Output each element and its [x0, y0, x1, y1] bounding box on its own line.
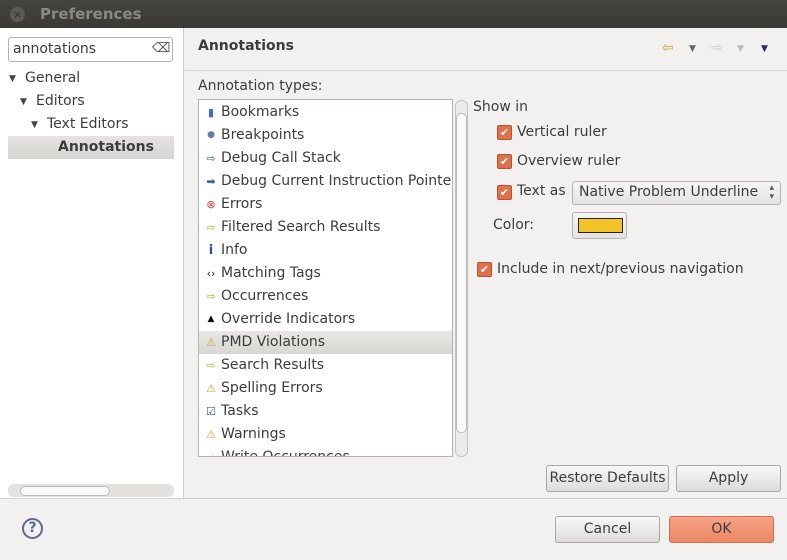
- list-item-label: Warnings: [221, 426, 286, 442]
- include-navigation-checkbox[interactable]: ✔: [477, 262, 492, 277]
- view-menu-icon[interactable]: ▼: [761, 44, 768, 54]
- cancel-button[interactable]: Cancel: [555, 516, 660, 543]
- help-icon[interactable]: ?: [22, 518, 43, 539]
- list-item-label: Occurrences: [221, 288, 309, 304]
- tree-item-annotations[interactable]: Annotations: [58, 136, 154, 159]
- text-style-select[interactable]: Native Problem Underline ▴ ▾: [572, 181, 781, 205]
- search-arrow-icon: ⇨: [206, 290, 216, 303]
- list-item-label: Override Indicators: [221, 311, 356, 327]
- tree-item-editors[interactable]: Editors: [36, 90, 85, 113]
- tree-item-text-editors[interactable]: Text Editors: [47, 113, 129, 136]
- color-label: Color:: [493, 217, 535, 233]
- search-arrow-icon: ⇨: [204, 446, 218, 456]
- list-item-label: Debug Call Stack: [221, 150, 341, 166]
- annotation-types-list[interactable]: ▮ Bookmarks ● Breakpoints ⇨ Debug Call Stac…: [198, 99, 453, 457]
- vertical-ruler-label: Vertical ruler: [517, 124, 607, 140]
- search-input[interactable]: annotations: [8, 37, 173, 62]
- bookmark-icon: ▮: [207, 106, 215, 119]
- info-icon: i: [208, 243, 214, 258]
- warning-icon: ⚠: [206, 382, 216, 395]
- list-item-label: Spelling Errors: [221, 380, 323, 396]
- expand-triangle-icon[interactable]: ▼: [31, 120, 38, 130]
- list-item-label: Matching Tags: [221, 265, 321, 281]
- window-title: Preferences: [40, 5, 142, 23]
- expand-triangle-icon[interactable]: ▼: [9, 74, 16, 84]
- forward-icon: ⇨: [711, 40, 723, 56]
- list-item-label: Search Results: [221, 357, 325, 373]
- updown-icon: ▴ ▾: [769, 183, 774, 202]
- restore-defaults-button[interactable]: Restore Defaults: [546, 465, 669, 492]
- divider: [185, 70, 787, 71]
- close-icon[interactable]: ×: [10, 7, 25, 22]
- list-item[interactable]: ● Breakpoints: [199, 124, 452, 147]
- scrollbar-thumb[interactable]: [20, 486, 110, 496]
- list-item-label: PMD Violations: [221, 334, 326, 350]
- list-item-label: Write Occurrences: [221, 449, 350, 457]
- list-item[interactable]: ▲ Override Indicators: [199, 308, 452, 331]
- list-item[interactable]: ➡ Debug Current Instruction Pointer: [199, 170, 452, 193]
- overview-ruler-label: Overview ruler: [517, 153, 621, 169]
- list-item[interactable]: i Info: [199, 239, 452, 262]
- show-in-label: Show in: [473, 99, 528, 115]
- overview-ruler-checkbox[interactable]: ✔: [497, 154, 512, 169]
- list-item[interactable]: ⇨ Search Results: [199, 354, 452, 377]
- list-item[interactable]: ⚠ Warnings: [199, 423, 452, 446]
- color-swatch[interactable]: [578, 218, 623, 233]
- apply-button[interactable]: Apply: [676, 465, 781, 492]
- list-item-label: Tasks: [221, 403, 259, 419]
- list-item-label: Debug Current Instruction Pointer: [221, 173, 453, 189]
- search-arrow-icon: ⇨: [206, 359, 216, 372]
- arrow-outline-icon: ⇨: [206, 152, 216, 165]
- tags-icon: ‹›: [206, 267, 216, 280]
- override-icon: ▲: [207, 314, 215, 324]
- task-icon: ☑: [206, 405, 216, 418]
- forward-menu-icon: ▼: [737, 44, 744, 54]
- list-item[interactable]: ⇨Write Occurrences: [199, 446, 452, 457]
- arrow-filled-icon: ➡: [206, 175, 216, 188]
- back-menu-icon[interactable]: ▼: [689, 44, 696, 54]
- list-item[interactable]: ⇨ Filtered Search Results: [199, 216, 452, 239]
- list-item[interactable]: ☑ Tasks: [199, 400, 452, 423]
- sidebar: [0, 28, 184, 498]
- list-item[interactable]: ‹› Matching Tags: [199, 262, 452, 285]
- list-item-label: Bookmarks: [221, 104, 300, 120]
- include-navigation-label: Include in next/previous navigation: [497, 261, 744, 277]
- warning-icon: ⚠: [206, 336, 216, 349]
- expand-triangle-icon[interactable]: ▼: [20, 97, 27, 107]
- text-style-value: Native Problem Underline: [579, 184, 759, 200]
- warning-icon: ⚠: [206, 428, 216, 441]
- vertical-ruler-checkbox[interactable]: ✔: [497, 125, 512, 140]
- list-item-selected[interactable]: ⚠ PMD Violations: [199, 331, 452, 354]
- page-title: Annotations: [198, 38, 294, 54]
- list-item[interactable]: ⊗ Errors: [199, 193, 452, 216]
- list-item-label: Info: [221, 242, 248, 258]
- error-icon: ⊗: [206, 198, 216, 211]
- list-item[interactable]: ⇨ Occurrences: [199, 285, 452, 308]
- back-icon[interactable]: ⇦: [662, 40, 674, 56]
- list-item-label: Breakpoints: [221, 127, 305, 143]
- ok-button[interactable]: OK: [669, 516, 774, 543]
- list-item[interactable]: ⚠ Spelling Errors: [199, 377, 452, 400]
- list-item[interactable]: ▮ Bookmarks: [199, 101, 452, 124]
- list-item-label: Filtered Search Results: [221, 219, 381, 235]
- text-as-label: Text as: [517, 183, 566, 199]
- clear-search-icon[interactable]: ⌫: [152, 41, 170, 56]
- scrollbar-thumb[interactable]: [456, 113, 467, 433]
- text-as-checkbox[interactable]: ✔: [497, 185, 512, 200]
- list-item-label: Errors: [221, 196, 263, 212]
- search-arrow-icon: ⇨: [206, 221, 216, 234]
- annotation-types-label: Annotation types:: [198, 78, 323, 94]
- breakpoint-icon: ●: [207, 130, 215, 140]
- divider: [0, 498, 787, 499]
- list-item[interactable]: ⇨ Debug Call Stack: [199, 147, 452, 170]
- tree-item-general[interactable]: General: [25, 67, 80, 90]
